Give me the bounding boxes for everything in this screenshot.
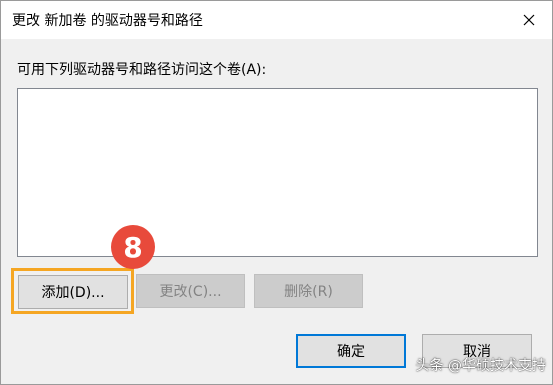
watermark: 头条 @华硕技术支持: [415, 358, 546, 374]
change-button[interactable]: 更改(C)...: [136, 274, 245, 308]
ok-button[interactable]: 确定: [296, 334, 406, 368]
dialog-title: 更改 新加卷 的驱动器号和路径: [12, 13, 203, 29]
title-bar: 更改 新加卷 的驱动器号和路径: [1, 1, 552, 39]
list-label: 可用下列驱动器号和路径访问这个卷(A):: [17, 62, 267, 78]
add-button[interactable]: 添加(D)...: [18, 275, 128, 309]
close-button[interactable]: [506, 1, 552, 39]
step-badge: 8: [111, 225, 155, 269]
delete-button[interactable]: 删除(R): [254, 274, 363, 308]
drive-letter-dialog: 更改 新加卷 的驱动器号和路径 可用下列驱动器号和路径访问这个卷(A): 添加(…: [0, 0, 553, 385]
drive-path-listbox[interactable]: [17, 88, 538, 257]
close-icon: [523, 14, 535, 26]
